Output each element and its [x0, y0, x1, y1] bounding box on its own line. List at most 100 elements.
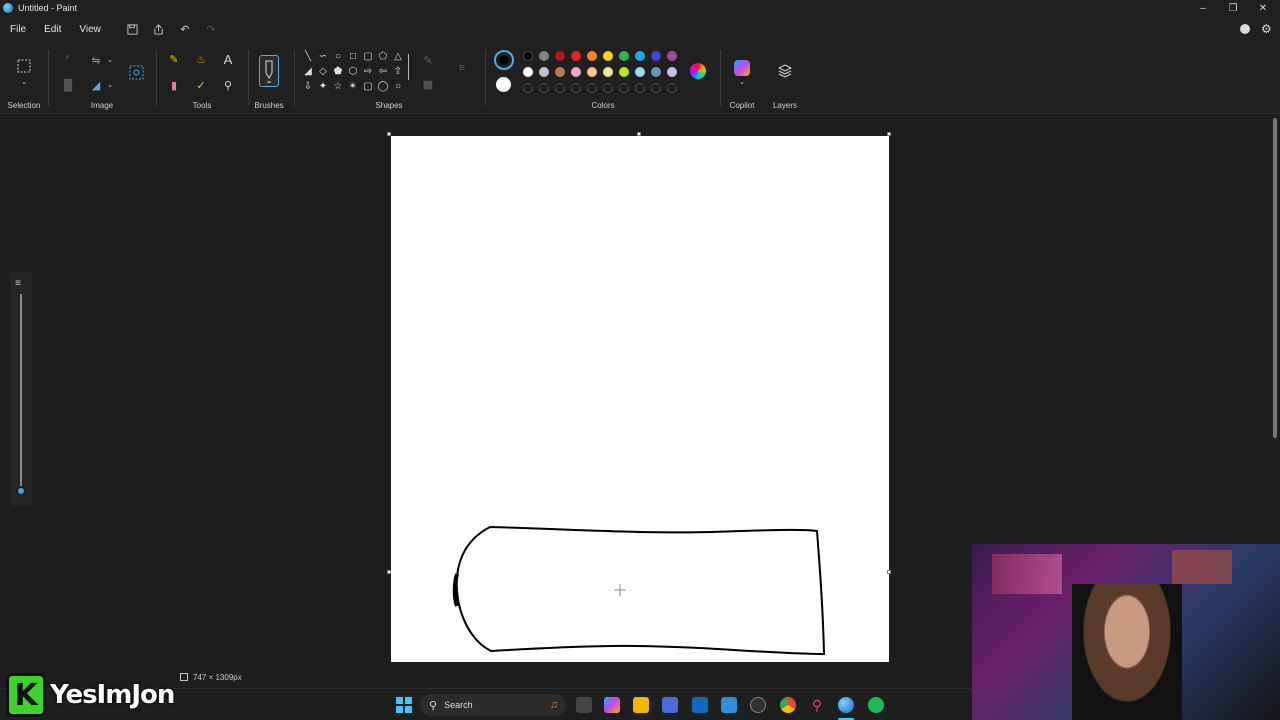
resize-handle-top-right[interactable] [887, 132, 891, 136]
color-swatch[interactable] [651, 51, 661, 61]
oval-shape-icon[interactable]: ○ [332, 50, 344, 62]
rotate-dropdown-chevron-icon[interactable]: ⌄ [102, 77, 118, 93]
image-select-icon[interactable] [128, 64, 144, 80]
remove-background-icon[interactable]: ▓ [60, 77, 76, 93]
close-button[interactable]: ✕ [1248, 0, 1278, 16]
six-point-star-shape-icon[interactable]: ✴ [347, 80, 359, 92]
task-view-icon[interactable] [576, 697, 592, 713]
media-app-icon[interactable] [750, 697, 766, 713]
triangle-shape-icon[interactable]: △ [392, 50, 404, 62]
microsoft-store-icon[interactable] [662, 697, 678, 713]
color-swatch[interactable] [555, 67, 565, 77]
right-triangle-shape-icon[interactable]: ◢ [302, 65, 314, 77]
color-swatch[interactable] [635, 67, 645, 77]
color-swatch[interactable] [571, 51, 581, 61]
fill-bucket-icon[interactable]: ♨ [193, 51, 209, 67]
mail-icon[interactable] [692, 697, 708, 713]
layers-icon[interactable] [777, 63, 793, 79]
four-point-star-shape-icon[interactable]: ✦ [317, 80, 329, 92]
color-swatch[interactable] [619, 51, 629, 61]
polygon-shape-icon[interactable]: ⬠ [377, 50, 389, 62]
color-swatch[interactable] [587, 67, 597, 77]
color-swatch[interactable] [603, 51, 613, 61]
color-swatch[interactable] [667, 67, 677, 77]
menu-file[interactable]: File [2, 24, 34, 35]
shapes-scrollbar[interactable] [408, 54, 409, 80]
color-swatch[interactable] [571, 67, 581, 77]
menu-edit[interactable]: Edit [36, 24, 69, 35]
custom-color-slot[interactable] [523, 83, 533, 93]
color-swatch[interactable] [603, 67, 613, 77]
drawing-canvas[interactable] [391, 136, 889, 662]
pentagon-shape-icon[interactable]: ⬟ [332, 65, 344, 77]
paint-taskbar-icon[interactable] [838, 697, 854, 713]
diamond-shape-icon[interactable]: ◇ [317, 65, 329, 77]
color-swatch[interactable] [619, 67, 629, 77]
arrow-up-shape-icon[interactable]: ⇧ [392, 65, 404, 77]
copilot-taskbar-icon[interactable] [604, 697, 620, 713]
custom-color-slot[interactable] [539, 83, 549, 93]
hexagon-shape-icon[interactable]: ⬡ [347, 65, 359, 77]
arrow-left-shape-icon[interactable]: ⇦ [377, 65, 389, 77]
star-shape-icon[interactable]: ☆ [332, 80, 344, 92]
callout-cloud-shape-icon[interactable]: ○ [392, 80, 404, 92]
slider-thumb[interactable] [16, 486, 26, 496]
color-swatch[interactable] [635, 51, 645, 61]
rectangle-shape-icon[interactable]: □ [347, 50, 359, 62]
file-explorer-icon[interactable] [633, 697, 649, 713]
menu-view[interactable]: View [71, 24, 109, 35]
resize-handle-right[interactable] [887, 570, 891, 574]
minimize-button[interactable]: – [1188, 0, 1218, 16]
color-swatch[interactable] [651, 67, 661, 77]
chrome-icon[interactable] [780, 697, 796, 713]
custom-color-slot[interactable] [603, 83, 613, 93]
office-icon[interactable] [721, 697, 737, 713]
callout-rectangle-shape-icon[interactable]: ▢ [362, 80, 374, 92]
outline-style-icon[interactable]: ✎ [420, 52, 436, 68]
primary-color-button[interactable] [494, 50, 514, 70]
pencil-icon[interactable]: ✎ [166, 51, 182, 67]
selection-dropdown-chevron-icon[interactable]: ⌄ [16, 74, 32, 90]
eraser-icon[interactable]: ▮ [166, 77, 182, 93]
color-swatch[interactable] [539, 67, 549, 77]
brush-size-slider[interactable]: ≡ [10, 272, 32, 506]
custom-color-slot[interactable] [555, 83, 565, 93]
custom-color-slot[interactable] [587, 83, 597, 93]
windows-start-icon[interactable] [396, 697, 412, 713]
custom-color-slot[interactable] [619, 83, 629, 93]
save-icon[interactable] [123, 19, 143, 39]
custom-color-slot[interactable] [651, 83, 661, 93]
color-swatch[interactable] [555, 51, 565, 61]
share-icon[interactable] [149, 19, 169, 39]
custom-color-slot[interactable] [635, 83, 645, 93]
rectangle-select-icon[interactable] [16, 58, 32, 74]
color-swatch[interactable] [587, 51, 597, 61]
callout-oval-shape-icon[interactable]: ◯ [377, 80, 389, 92]
shape-size-icon[interactable]: ≡ [454, 60, 470, 76]
arrow-down-shape-icon[interactable]: ⇩ [302, 80, 314, 92]
color-swatch[interactable] [523, 67, 533, 77]
resize-handle-top-left[interactable] [387, 132, 391, 136]
brush-button[interactable] [259, 55, 279, 87]
fill-style-icon[interactable]: ▩ [420, 76, 436, 92]
color-swatch[interactable] [667, 51, 677, 61]
account-icon[interactable] [1240, 24, 1250, 34]
resize-handle-top[interactable] [637, 132, 641, 136]
rounded-rectangle-shape-icon[interactable]: ▢ [362, 50, 374, 62]
redo-icon[interactable]: ↷ [201, 19, 221, 39]
magnifier-icon[interactable]: ⚲ [220, 77, 236, 93]
crop-icon[interactable]: ⌜ [60, 52, 76, 68]
color-swatch[interactable] [523, 51, 533, 61]
color-picker-icon[interactable]: ✓ [193, 77, 209, 93]
restore-button[interactable]: ❐ [1218, 0, 1248, 16]
spotify-icon[interactable] [868, 697, 884, 713]
color-swatch[interactable] [539, 51, 549, 61]
vertical-scrollbar[interactable] [1273, 118, 1277, 438]
text-tool-icon[interactable]: A [220, 51, 236, 67]
copilot-dropdown-chevron-icon[interactable]: ⌄ [734, 74, 750, 90]
resize-dropdown-chevron-icon[interactable]: ⌄ [102, 52, 118, 68]
curve-shape-icon[interactable]: ∽ [317, 50, 329, 62]
edit-colors-icon[interactable] [690, 63, 706, 79]
custom-color-slot[interactable] [667, 83, 677, 93]
taskbar-search[interactable]: ⚲ Search ♫ [420, 694, 566, 716]
